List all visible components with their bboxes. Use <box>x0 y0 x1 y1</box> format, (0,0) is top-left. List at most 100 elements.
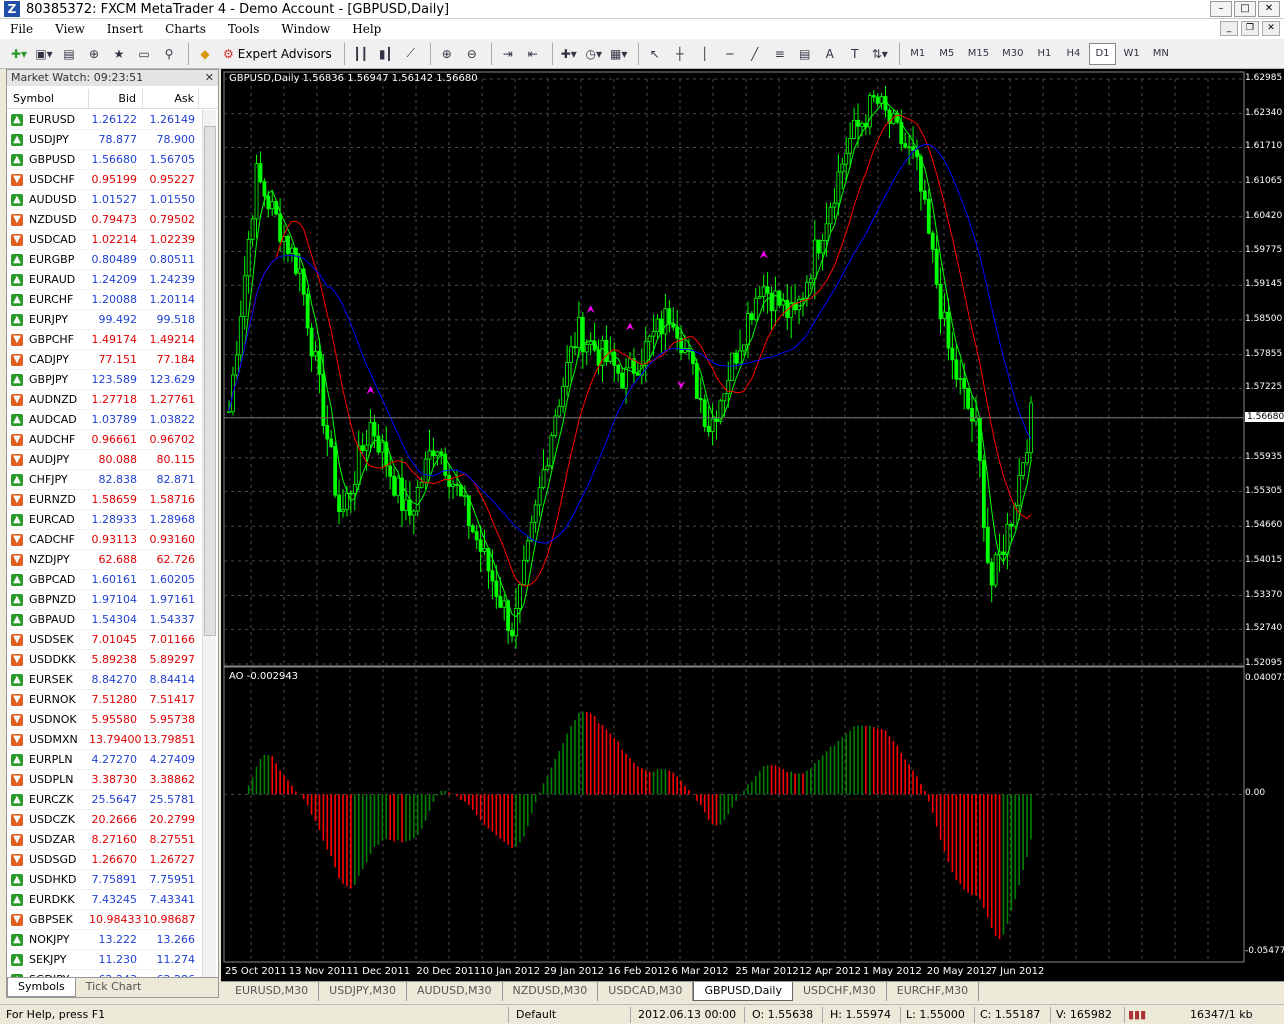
vertical-line-icon[interactable]: │ <box>694 43 716 65</box>
market-watch-row[interactable]: ▼ USDNOK 5.95580 5.95738 <box>7 710 203 730</box>
crosshair-icon[interactable]: ┼ <box>669 43 691 65</box>
market-watch-row[interactable]: ▼ CADCHF 0.93113 0.93160 <box>7 530 203 550</box>
market-watch-row[interactable]: ▲ GBPCAD 1.60161 1.60205 <box>7 570 203 590</box>
mdi-close-icon[interactable]: ✕ <box>1262 21 1280 36</box>
market-watch-row[interactable]: ▼ AUDNZD 1.27718 1.27761 <box>7 390 203 410</box>
market-watch-row[interactable]: ▼ EURNOK 7.51280 7.51417 <box>7 690 203 710</box>
menu-help[interactable]: Help <box>352 22 381 36</box>
market-watch-row[interactable]: ▲ EURDKK 7.43245 7.43341 <box>7 890 203 910</box>
menu-file[interactable]: File <box>10 22 33 36</box>
maximize-icon[interactable]: □ <box>1234 1 1256 17</box>
timeframe-m15[interactable]: M15 <box>963 43 994 65</box>
chart-tab[interactable]: GBPUSD,Daily <box>693 982 793 1001</box>
timeframe-m1[interactable]: M1 <box>905 43 931 65</box>
tab-tick-chart[interactable]: Tick Chart <box>76 978 152 997</box>
market-watch-row[interactable]: ▼ NZDJPY 62.688 62.726 <box>7 550 203 570</box>
price-chart[interactable] <box>221 69 1284 981</box>
candlestick-icon[interactable]: ▮┃ <box>375 43 397 65</box>
chart-tab[interactable]: EURUSD,M30 <box>225 982 320 1001</box>
market-watch-row[interactable]: ▲ EURGBP 0.80489 0.80511 <box>7 250 203 270</box>
bar-chart-icon[interactable]: ┃┃ <box>350 43 372 65</box>
market-watch-row[interactable]: ▲ EURJPY 99.492 99.518 <box>7 310 203 330</box>
market-watch-row[interactable]: ▲ SEKJPY 11.230 11.274 <box>7 950 203 970</box>
menu-insert[interactable]: Insert <box>107 22 143 36</box>
market-watch-scrollbar[interactable] <box>202 110 216 978</box>
market-watch-row[interactable]: ▲ AUDUSD 1.01527 1.01550 <box>7 190 203 210</box>
chart-tab[interactable]: USDCAD,M30 <box>598 982 694 1001</box>
chart-tab[interactable]: EURCHF,M30 <box>887 982 980 1001</box>
market-watch-row[interactable]: ▼ AUDJPY 80.088 80.115 <box>7 450 203 470</box>
market-watch-row[interactable]: ▼ USDMXN 13.79400 13.79851 <box>7 730 203 750</box>
close-icon[interactable]: ✕ <box>205 70 214 85</box>
templates-icon[interactable]: ▦▾ <box>608 43 630 65</box>
zoom-out-icon[interactable]: ⊖ <box>461 43 483 65</box>
data-window-icon[interactable]: ⊕ <box>83 43 105 65</box>
line-chart-icon[interactable]: ⟋ <box>400 43 422 65</box>
text-label-icon[interactable]: T <box>844 43 866 65</box>
menu-view[interactable]: View <box>55 22 85 36</box>
minimize-icon[interactable]: – <box>1210 1 1232 17</box>
market-watch-row[interactable]: ▼ AUDCHF 0.96661 0.96702 <box>7 430 203 450</box>
market-watch-row[interactable]: ▼ EURNZD 1.58659 1.58716 <box>7 490 203 510</box>
chart-window[interactable]: GBPUSD,Daily 1.56836 1.56947 1.56142 1.5… <box>221 69 1284 981</box>
market-watch-row[interactable]: ▲ USDJPY 78.877 78.900 <box>7 130 203 150</box>
arrows-icon[interactable]: ⇅▾ <box>869 43 891 65</box>
market-watch-row[interactable]: ▼ USDZAR 8.27160 8.27551 <box>7 830 203 850</box>
market-watch-row[interactable]: ▲ EURUSD 1.26122 1.26149 <box>7 110 203 130</box>
new-chart-icon[interactable]: ✚▾ <box>8 43 30 65</box>
text-icon[interactable]: A <box>819 43 841 65</box>
market-watch-icon[interactable]: ▤ <box>58 43 80 65</box>
chart-tab[interactable]: AUDUSD,M30 <box>407 982 503 1001</box>
close-icon[interactable]: ✕ <box>1258 1 1280 17</box>
market-watch-row[interactable]: ▼ USDCAD 1.02214 1.02239 <box>7 230 203 250</box>
market-watch-row[interactable]: ▲ EURPLN 4.27270 4.27409 <box>7 750 203 770</box>
expert-advisors-button[interactable]: ⚙ Expert Advisors <box>219 43 336 65</box>
indicators-icon[interactable]: ✚▾ <box>558 43 580 65</box>
tab-symbols[interactable]: Symbols <box>7 978 76 997</box>
equidistant-channel-icon[interactable]: ≡ <box>769 43 791 65</box>
market-watch-row[interactable]: ▼ USDDKK 5.89238 5.89297 <box>7 650 203 670</box>
column-header-ask[interactable]: Ask <box>143 89 199 108</box>
market-watch-row[interactable]: ▼ CADJPY 77.151 77.184 <box>7 350 203 370</box>
timeframe-mn[interactable]: MN <box>1148 43 1174 65</box>
zoom-in-icon[interactable]: ⊕ <box>436 43 458 65</box>
market-watch-row[interactable]: ▼ USDPLN 3.38730 3.38862 <box>7 770 203 790</box>
navigator-icon[interactable]: ★ <box>108 43 130 65</box>
mdi-minimize-icon[interactable]: _ <box>1220 21 1238 36</box>
market-watch-row[interactable]: ▼ NZDUSD 0.79473 0.79502 <box>7 210 203 230</box>
trendline-icon[interactable]: ╱ <box>744 43 766 65</box>
market-watch-row[interactable]: ▲ NOKJPY 13.222 13.266 <box>7 930 203 950</box>
market-watch-row[interactable]: ▼ USDCHF 0.95199 0.95227 <box>7 170 203 190</box>
chart-tab[interactable]: NZDUSD,M30 <box>503 982 599 1001</box>
profiles-icon[interactable]: ▣▾ <box>33 43 55 65</box>
chart-shift-icon[interactable]: ⇤ <box>522 43 544 65</box>
column-header-bid[interactable]: Bid <box>89 89 143 108</box>
market-watch-row[interactable]: ▲ EURSEK 8.84270 8.84414 <box>7 670 203 690</box>
fibonacci-icon[interactable]: ▤ <box>794 43 816 65</box>
market-watch-row[interactable]: ▼ USDSEK 7.01045 7.01166 <box>7 630 203 650</box>
market-watch-row[interactable]: ▼ GBPSEK 10.98433 10.98687 <box>7 910 203 930</box>
chart-tab[interactable]: USDCHF,M30 <box>793 982 887 1001</box>
market-watch-row[interactable]: ▲ EURAUD 1.24209 1.24239 <box>7 270 203 290</box>
timeframe-d1[interactable]: D1 <box>1089 42 1116 65</box>
scrollbar-thumb[interactable] <box>204 126 216 636</box>
timeframe-w1[interactable]: W1 <box>1119 43 1145 65</box>
market-watch-row[interactable]: ▲ GBPJPY 123.589 123.629 <box>7 370 203 390</box>
autoscroll-icon[interactable]: ⇥ <box>497 43 519 65</box>
menu-charts[interactable]: Charts <box>165 22 206 36</box>
terminal-icon[interactable]: ▭ <box>133 43 155 65</box>
strategy-tester-icon[interactable]: ⚲ <box>158 43 180 65</box>
market-watch-row[interactable]: ▲ GBPNZD 1.97104 1.97161 <box>7 590 203 610</box>
market-watch-row[interactable]: ▲ AUDCAD 1.03789 1.03822 <box>7 410 203 430</box>
market-watch-row[interactable]: ▲ EURCAD 1.28933 1.28968 <box>7 510 203 530</box>
timeframe-h1[interactable]: H1 <box>1031 43 1057 65</box>
market-watch-row[interactable]: ▼ USDCZK 20.2666 20.2799 <box>7 810 203 830</box>
market-watch-row[interactable]: ▲ GBPUSD 1.56680 1.56705 <box>7 150 203 170</box>
menu-tools[interactable]: Tools <box>228 22 260 36</box>
column-header-symbol[interactable]: Symbol <box>7 89 89 108</box>
cursor-icon[interactable]: ↖ <box>644 43 666 65</box>
market-watch-row[interactable]: ▲ EURCZK 25.5647 25.5781 <box>7 790 203 810</box>
market-watch-row[interactable]: ▲ CHFJPY 82.838 82.871 <box>7 470 203 490</box>
mdi-restore-icon[interactable]: ❐ <box>1241 21 1259 36</box>
timeframe-m30[interactable]: M30 <box>997 43 1028 65</box>
